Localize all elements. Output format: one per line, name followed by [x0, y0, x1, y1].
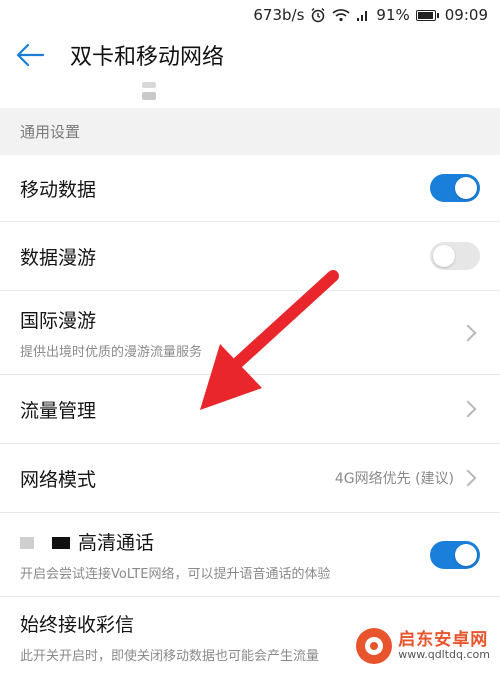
chevron-right-icon	[459, 324, 477, 341]
network-mode-value: 4G网络优先 (建议)	[334, 471, 454, 487]
network-speed: 673b/s	[253, 6, 305, 24]
alarm-icon	[310, 7, 326, 23]
redacted-mark	[142, 82, 156, 88]
redacted-mark	[142, 92, 156, 100]
wifi-icon	[332, 8, 350, 22]
app-bar: 双卡和移动网络	[0, 30, 500, 80]
watermark-name: 启东安卓网	[398, 629, 489, 650]
chevron-right-icon	[459, 469, 477, 487]
battery-icon	[415, 9, 439, 21]
hd-call-description: 开启会尝试连接VoLTE网络，可以提升语音通话的体验	[20, 566, 331, 582]
traffic-management-label: 流量管理	[20, 399, 97, 422]
back-arrow-icon	[16, 43, 45, 67]
mobile-data-toggle[interactable]	[430, 174, 480, 202]
clock: 09:09	[444, 6, 488, 24]
site-logo-icon	[356, 628, 393, 664]
traffic-management-row[interactable]: 流量管理	[0, 375, 500, 444]
mobile-data-row[interactable]: 移动数据	[0, 155, 500, 222]
data-roaming-toggle[interactable]	[430, 242, 480, 270]
data-roaming-row[interactable]: 数据漫游	[0, 222, 500, 291]
watermark-url: www.qdltdq.com	[398, 648, 490, 662]
redacted-mark	[52, 537, 70, 549]
hd-call-row[interactable]: 高清通话 开启会尝试连接VoLTE网络，可以提升语音通话的体验	[0, 513, 500, 597]
network-mode-label: 网络模式	[20, 468, 97, 491]
redacted-mark	[20, 537, 34, 549]
mobile-data-label: 移动数据	[20, 178, 97, 201]
signal-icon	[356, 8, 370, 22]
back-button[interactable]	[0, 30, 60, 80]
watermark: 启东安卓网 www.qdltdq.com	[352, 626, 494, 666]
page-title: 双卡和移动网络	[70, 45, 225, 70]
data-roaming-label: 数据漫游	[20, 246, 97, 269]
status-bar: 673b/s 91% 09:09	[0, 0, 500, 30]
section-header: 通用设置	[0, 108, 500, 155]
intl-roaming-row[interactable]: 国际漫游 提供出境时优质的漫游流量服务	[0, 291, 500, 375]
battery-percent: 91%	[376, 6, 410, 24]
intl-roaming-label: 国际漫游	[20, 309, 97, 332]
sim-card-area	[0, 80, 500, 108]
hd-call-label: 高清通话	[20, 528, 430, 555]
network-mode-row[interactable]: 网络模式 4G网络优先 (建议)	[0, 444, 500, 513]
intl-roaming-description: 提供出境时优质的漫游流量服务	[20, 344, 203, 360]
hd-call-toggle[interactable]	[430, 540, 480, 569]
chevron-right-icon	[459, 400, 477, 418]
